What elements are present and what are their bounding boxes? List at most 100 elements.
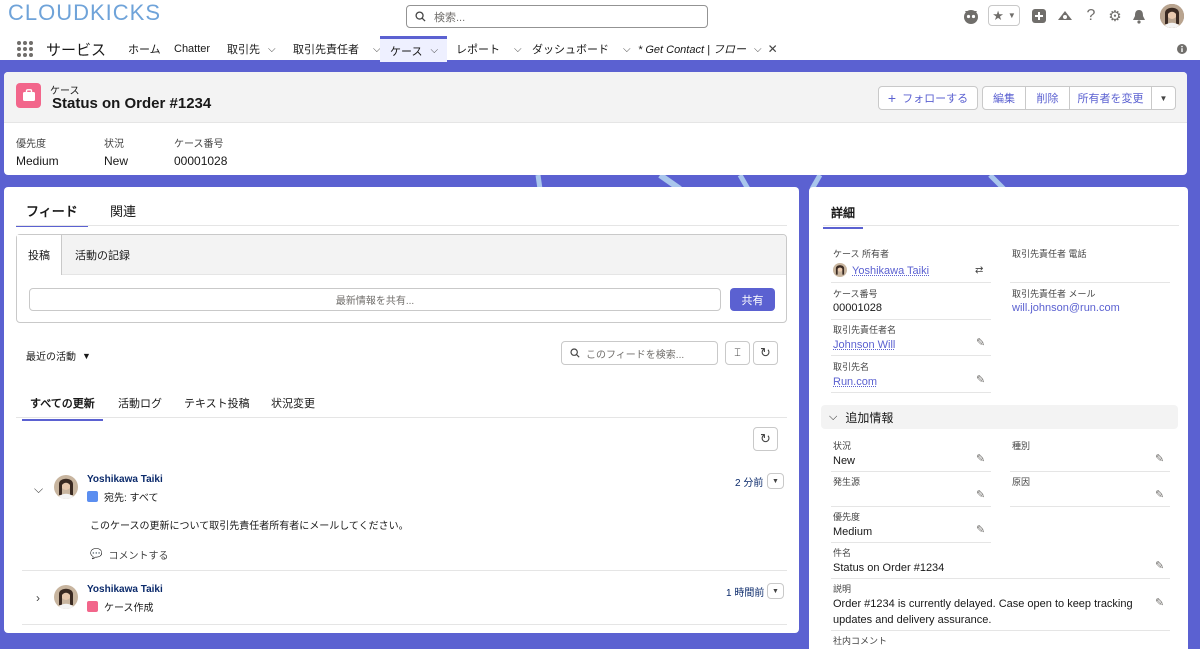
sort-dropdown[interactable]: 最近の活動 ▼ xyxy=(26,348,91,364)
filter-label: 活動ログ xyxy=(118,398,162,410)
feed-item-menu-button[interactable]: ▼ xyxy=(767,583,784,599)
setup-gear-icon[interactable]: ⚙ xyxy=(1107,5,1123,27)
edit-pencil-icon[interactable]: ✎ xyxy=(976,336,985,349)
star-icon: ★ xyxy=(992,7,1004,23)
case-briefcase-icon xyxy=(16,83,41,108)
trailhead-icon[interactable] xyxy=(1056,5,1074,27)
change-owner-icon[interactable]: ⇄ xyxy=(975,265,983,276)
nav-item-dashboards[interactable]: ダッシュボード ⌵ xyxy=(532,36,631,62)
feed-card: フィード 関連 投稿 活動の記録 最新情報を共有... 共有 最近の活動 ▼ この… xyxy=(4,187,799,633)
filter-status-changes[interactable]: 状況変更 xyxy=(271,395,315,411)
field-divider xyxy=(831,282,991,283)
nav-item-contacts[interactable]: 取引先責任者 ⌵ xyxy=(293,36,381,62)
contact-link[interactable]: Johnson Will xyxy=(833,339,895,351)
edit-pencil-icon[interactable]: ✎ xyxy=(976,523,985,536)
more-actions-button[interactable]: ▼ xyxy=(1151,86,1176,110)
chevron-down-icon: ▼ xyxy=(1159,93,1168,103)
tab-related[interactable]: 関連 xyxy=(110,201,136,220)
field-divider xyxy=(831,506,991,507)
edit-pencil-icon[interactable]: ✎ xyxy=(1155,452,1164,465)
record-header: ケース Status on Order #1234 + フォローする 編集 削除 … xyxy=(4,72,1187,175)
chevron-right-icon[interactable]: › xyxy=(36,591,40,605)
delete-button[interactable]: 削除 xyxy=(1025,86,1070,110)
feed-author-link[interactable]: Yoshikawa Taiki xyxy=(87,474,163,485)
notifications-bell-icon[interactable] xyxy=(1130,5,1148,27)
tab-feed[interactable]: フィード xyxy=(16,201,88,227)
edit-pencil-icon[interactable]: ✎ xyxy=(976,488,985,501)
chevron-down-icon[interactable]: ⌵ xyxy=(754,44,762,55)
field-value: Medium xyxy=(833,526,873,538)
field-label: 状況 xyxy=(833,441,852,451)
search-icon xyxy=(570,348,580,358)
field-divider xyxy=(831,392,991,393)
feed-item-menu-button[interactable]: ▼ xyxy=(767,473,784,489)
email-link[interactable]: will.johnson@run.com xyxy=(1012,302,1120,314)
chevron-down-icon[interactable]: ⌵ xyxy=(34,482,43,497)
filter-activity-log[interactable]: 活動ログ xyxy=(118,395,162,411)
follow-button[interactable]: + フォローする xyxy=(878,86,978,110)
nav-item-cases[interactable]: ケース ⌵ xyxy=(380,36,447,62)
refresh-list-button[interactable]: ↻ xyxy=(753,427,778,451)
field-label: 社内コメント xyxy=(833,636,888,646)
highlight-priority: 優先度 Medium xyxy=(16,135,59,168)
feed-author-link[interactable]: Yoshikawa Taiki xyxy=(87,584,163,595)
edit-pencil-icon[interactable]: ✎ xyxy=(1155,559,1164,572)
publisher-tab-post[interactable]: 投稿 xyxy=(17,235,62,275)
publisher-tab-log[interactable]: 活動の記録 xyxy=(62,235,786,275)
highlight-status: 状況 New xyxy=(104,135,128,168)
share-button[interactable]: 共有 xyxy=(730,288,775,311)
nav-item-chatter[interactable]: Chatter xyxy=(174,36,210,62)
nav-item-home[interactable]: ホーム xyxy=(128,36,161,62)
section-additional-info[interactable]: ⌵ 追加情報 xyxy=(821,405,1178,429)
avatar[interactable] xyxy=(54,585,78,609)
feed-timestamp[interactable]: 2 分前 xyxy=(735,474,763,489)
feed-timestamp[interactable]: 1 時間前 xyxy=(726,584,764,599)
favorites-button[interactable]: ★ ▼ xyxy=(988,5,1020,26)
field-value: 00001028 xyxy=(833,302,882,314)
nav-item-accounts[interactable]: 取引先 ⌵ xyxy=(227,36,276,62)
collapse-all-button[interactable]: ⌶ xyxy=(725,341,750,365)
help-icon[interactable]: ? xyxy=(1083,5,1099,27)
close-icon[interactable]: ✕ xyxy=(768,42,778,56)
chevron-down-icon: ▼ xyxy=(1007,11,1016,20)
nav-item-flow-tab[interactable]: * Get Contact | フロー ⌵ ✕ xyxy=(638,36,778,62)
field-label: 説明 xyxy=(833,584,852,594)
field-divider xyxy=(831,578,1170,579)
edit-pencil-icon[interactable]: ✎ xyxy=(976,373,985,386)
field-value-line: Order #1234 is currently delayed. Case o… xyxy=(833,598,1133,610)
field-label: 取引先責任者 メール xyxy=(1012,289,1096,299)
field-label: 優先度 xyxy=(833,512,861,522)
nav-item-label: 取引先 xyxy=(227,44,260,56)
edit-pencil-icon[interactable]: ✎ xyxy=(1155,596,1164,609)
global-actions-icon[interactable] xyxy=(1030,5,1048,27)
feed-search-input[interactable]: このフィードを検索... xyxy=(561,341,718,365)
nav-item-label: ダッシュボード xyxy=(532,44,609,56)
owner-link[interactable]: Yoshikawa Taiki xyxy=(852,265,929,277)
edit-button[interactable]: 編集 xyxy=(982,86,1026,110)
highlight-label: 状況 xyxy=(104,139,124,150)
field-divider xyxy=(831,542,991,543)
change-owner-button[interactable]: 所有者を変更 xyxy=(1069,86,1152,110)
chevron-down-icon[interactable]: ⌵ xyxy=(268,44,276,55)
chevron-down-icon[interactable]: ⌵ xyxy=(430,45,438,56)
app-navigation-bar: サービス ホーム Chatter 取引先 ⌵ 取引先責任者 ⌵ ケース ⌵ レポート ⌵… xyxy=(0,36,1200,63)
user-avatar[interactable] xyxy=(1160,4,1184,28)
einstein-icon[interactable] xyxy=(961,5,981,27)
app-launcher-icon[interactable] xyxy=(17,41,33,57)
edit-pencil-icon[interactable]: ✎ xyxy=(1155,488,1164,501)
info-icon[interactable] xyxy=(1177,36,1187,62)
nav-item-label: * Get Contact | フロー xyxy=(638,44,747,56)
global-search-input[interactable]: 検索... xyxy=(406,5,708,28)
share-update-input[interactable]: 最新情報を共有... xyxy=(29,288,721,311)
filter-text-posts[interactable]: テキスト投稿 xyxy=(184,395,250,411)
avatar[interactable] xyxy=(54,475,78,499)
chevron-down-icon[interactable]: ⌵ xyxy=(623,44,631,55)
account-link[interactable]: Run.com xyxy=(833,376,877,388)
edit-pencil-icon[interactable]: ✎ xyxy=(976,452,985,465)
nav-item-reports[interactable]: レポート ⌵ xyxy=(456,36,522,62)
refresh-icon: ↻ xyxy=(760,345,771,360)
comment-button[interactable]: 💬 コメントする xyxy=(90,547,168,562)
chevron-down-icon[interactable]: ⌵ xyxy=(514,44,522,55)
refresh-feed-button[interactable]: ↻ xyxy=(753,341,778,365)
nav-item-label: Chatter xyxy=(174,43,211,55)
